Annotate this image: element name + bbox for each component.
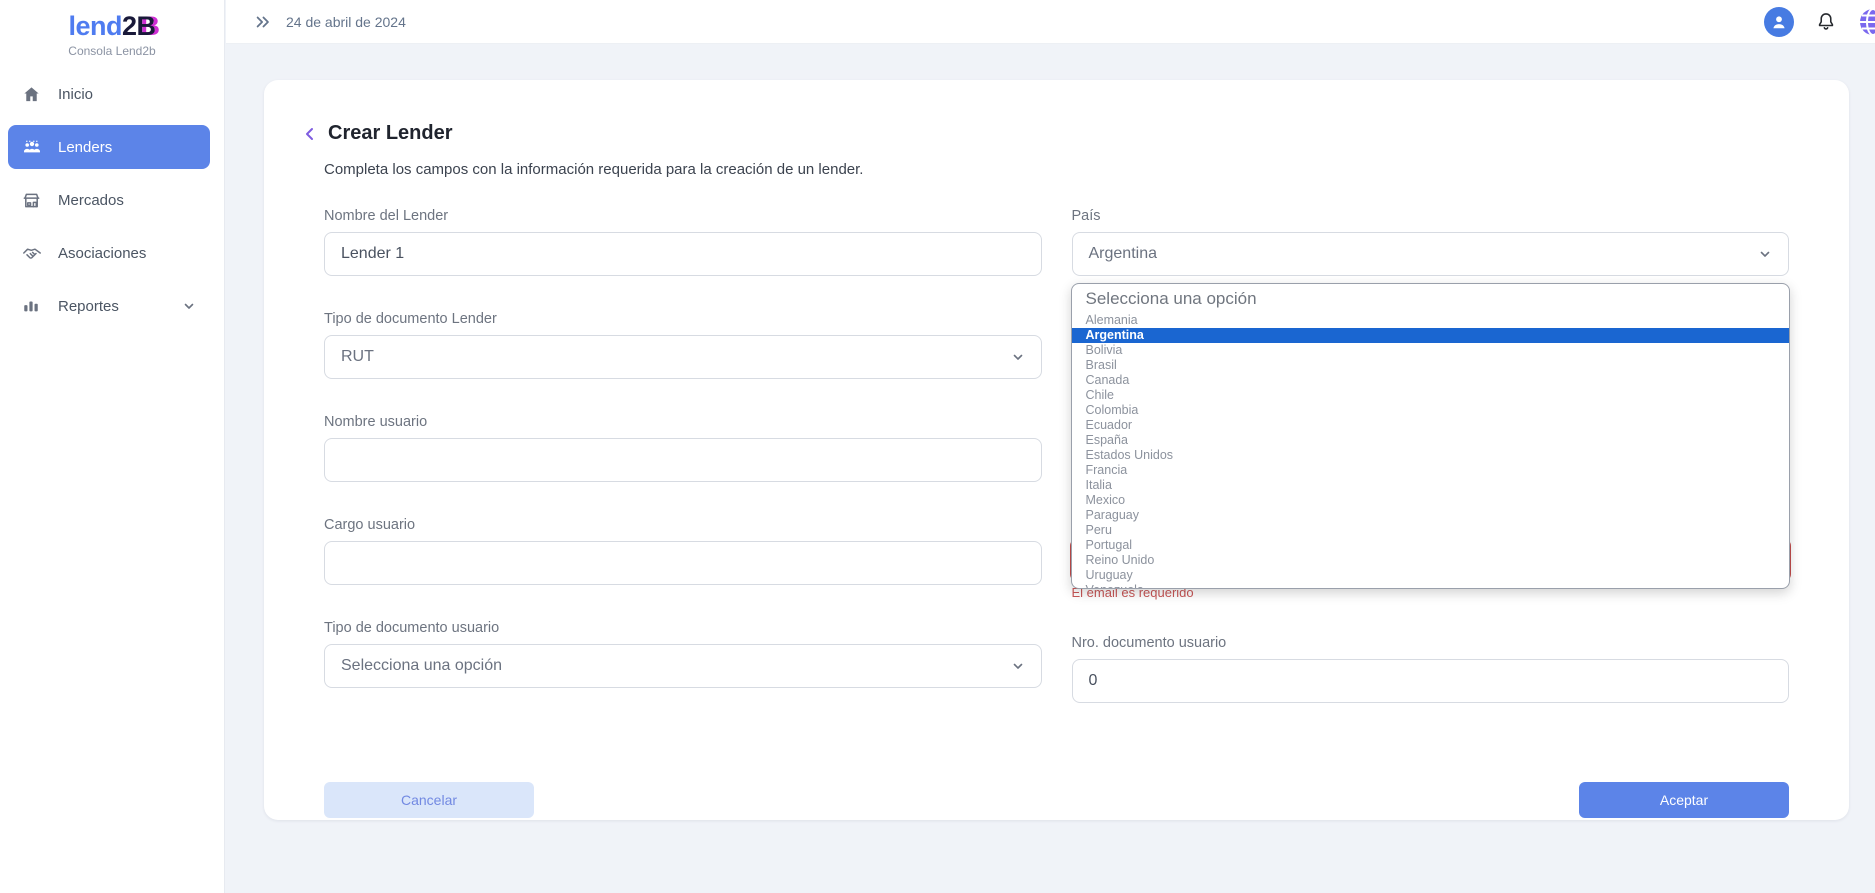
sidebar: lend2B Consola Lend2b Inicio Lenders Mer…: [0, 0, 225, 893]
page-header: Crear Lender: [302, 122, 1789, 145]
country-option[interactable]: Ecuador: [1072, 418, 1790, 433]
bell-icon[interactable]: [1815, 11, 1837, 33]
country-option[interactable]: Francia: [1072, 463, 1790, 478]
country-option[interactable]: Colombia: [1072, 403, 1790, 418]
sidebar-item-lenders[interactable]: Lenders: [8, 125, 210, 169]
form-actions: Cancelar Aceptar: [324, 782, 1789, 818]
field-label: Nombre del Lender: [324, 208, 1042, 225]
main-content: Crear Lender Completa los campos con la …: [226, 44, 1875, 893]
country-option[interactable]: Canada: [1072, 373, 1790, 388]
handshake-icon: [22, 243, 42, 263]
country-option[interactable]: Venezuela: [1072, 583, 1790, 589]
current-date: 24 de abril de 2024: [286, 14, 406, 30]
user-avatar[interactable]: [1764, 7, 1794, 37]
country-option[interactable]: Reino Unido: [1072, 553, 1790, 568]
topbar: 24 de abril de 2024: [226, 0, 1875, 44]
country-option[interactable]: Paraguay: [1072, 508, 1790, 523]
country-option[interactable]: Peru: [1072, 523, 1790, 538]
field-label: Nro. documento usuario: [1072, 635, 1790, 652]
home-icon: [22, 84, 42, 104]
chevron-down-icon: [1758, 247, 1772, 261]
nombre-usuario-input[interactable]: [324, 438, 1042, 482]
sidebar-item-label: Reportes: [58, 298, 119, 315]
country-option[interactable]: Uruguay: [1072, 568, 1790, 583]
logo-2: 2: [122, 11, 137, 41]
sidebar-nav: Inicio Lenders Mercados Asociaciones Rep…: [0, 72, 224, 328]
sidebar-item-asociaciones[interactable]: Asociaciones: [8, 231, 210, 275]
sidebar-item-reportes[interactable]: Reportes: [8, 284, 210, 328]
country-option[interactable]: Argentina: [1072, 328, 1790, 343]
crear-lender-card: Crear Lender Completa los campos con la …: [264, 80, 1849, 820]
country-option[interactable]: Mexico: [1072, 493, 1790, 508]
topbar-actions: [1764, 7, 1875, 37]
country-option[interactable]: Bolivia: [1072, 343, 1790, 358]
cancel-button[interactable]: Cancelar: [324, 782, 534, 818]
brand-logo: lend2B Consola Lend2b: [0, 0, 224, 58]
select-value: RUT: [341, 348, 374, 366]
chevron-down-icon: [1011, 350, 1025, 364]
sidebar-item-label: Mercados: [58, 192, 124, 209]
users-icon: [22, 137, 42, 157]
country-option[interactable]: España: [1072, 433, 1790, 448]
sidebar-item-mercados[interactable]: Mercados: [8, 178, 210, 222]
bar-chart-icon: [22, 296, 42, 316]
cargo-usuario-input[interactable]: [324, 541, 1042, 585]
country-option[interactable]: Portugal: [1072, 538, 1790, 553]
chevron-down-icon: [1011, 659, 1025, 673]
logo-subtitle: Consola Lend2b: [0, 44, 224, 58]
field-label: Cargo usuario: [324, 517, 1042, 534]
logo-lend: lend: [68, 11, 122, 41]
field-tipo-doc-usuario: Tipo de documento usuario Selecciona una…: [324, 620, 1042, 688]
field-cargo-usuario: Cargo usuario: [324, 517, 1042, 585]
store-icon: [22, 190, 42, 210]
form-left-column: Nombre del Lender Tipo de documento Lend…: [324, 208, 1042, 738]
field-label: Tipo de documento usuario: [324, 620, 1042, 637]
form-right-column: País Argentina El email es requerido Nro…: [1072, 208, 1790, 738]
field-nombre-usuario: Nombre usuario: [324, 414, 1042, 482]
sidebar-item-label: Lenders: [58, 139, 112, 156]
page-subtitle: Completa los campos con la información r…: [324, 161, 1789, 178]
field-nro-doc-usuario: Nro. documento usuario: [1072, 635, 1790, 703]
pais-select[interactable]: Argentina: [1072, 232, 1790, 276]
logo-text: lend2B: [0, 10, 224, 42]
dropdown-placeholder-option[interactable]: Selecciona una opción: [1072, 287, 1790, 313]
tipo-doc-lender-select[interactable]: RUT: [324, 335, 1042, 379]
sidebar-item-label: Inicio: [58, 86, 93, 103]
logo-b: B: [137, 11, 156, 41]
field-tipo-doc-lender: Tipo de documento Lender RUT: [324, 311, 1042, 379]
sidebar-item-label: Asociaciones: [58, 245, 146, 262]
country-option[interactable]: Estados Unidos: [1072, 448, 1790, 463]
accept-button[interactable]: Aceptar: [1579, 782, 1789, 818]
sidebar-item-inicio[interactable]: Inicio: [8, 72, 210, 116]
back-icon[interactable]: [302, 126, 318, 142]
field-pais: País Argentina: [1072, 208, 1790, 276]
field-label: Nombre usuario: [324, 414, 1042, 431]
tipo-doc-usuario-select[interactable]: Selecciona una opción: [324, 644, 1042, 688]
globe-icon[interactable]: [1858, 7, 1875, 37]
nro-doc-usuario-input[interactable]: [1072, 659, 1790, 703]
country-option[interactable]: Italia: [1072, 478, 1790, 493]
sidebar-collapse-icon[interactable]: [254, 13, 272, 31]
field-nombre-lender: Nombre del Lender: [324, 208, 1042, 276]
nombre-lender-input[interactable]: [324, 232, 1042, 276]
field-label: Tipo de documento Lender: [324, 311, 1042, 328]
page-title: Crear Lender: [328, 122, 453, 145]
select-value: Argentina: [1089, 245, 1158, 263]
country-option[interactable]: Brasil: [1072, 358, 1790, 373]
country-option-list: AlemaniaArgentinaBoliviaBrasilCanadaChil…: [1072, 313, 1790, 589]
lender-form: Nombre del Lender Tipo de documento Lend…: [324, 208, 1789, 738]
country-option[interactable]: Chile: [1072, 388, 1790, 403]
country-option[interactable]: Alemania: [1072, 313, 1790, 328]
pais-dropdown-panel: Selecciona una opción AlemaniaArgentinaB…: [1071, 283, 1791, 589]
chevron-down-icon: [182, 299, 196, 313]
select-value: Selecciona una opción: [341, 657, 502, 675]
field-label: País: [1072, 208, 1790, 225]
